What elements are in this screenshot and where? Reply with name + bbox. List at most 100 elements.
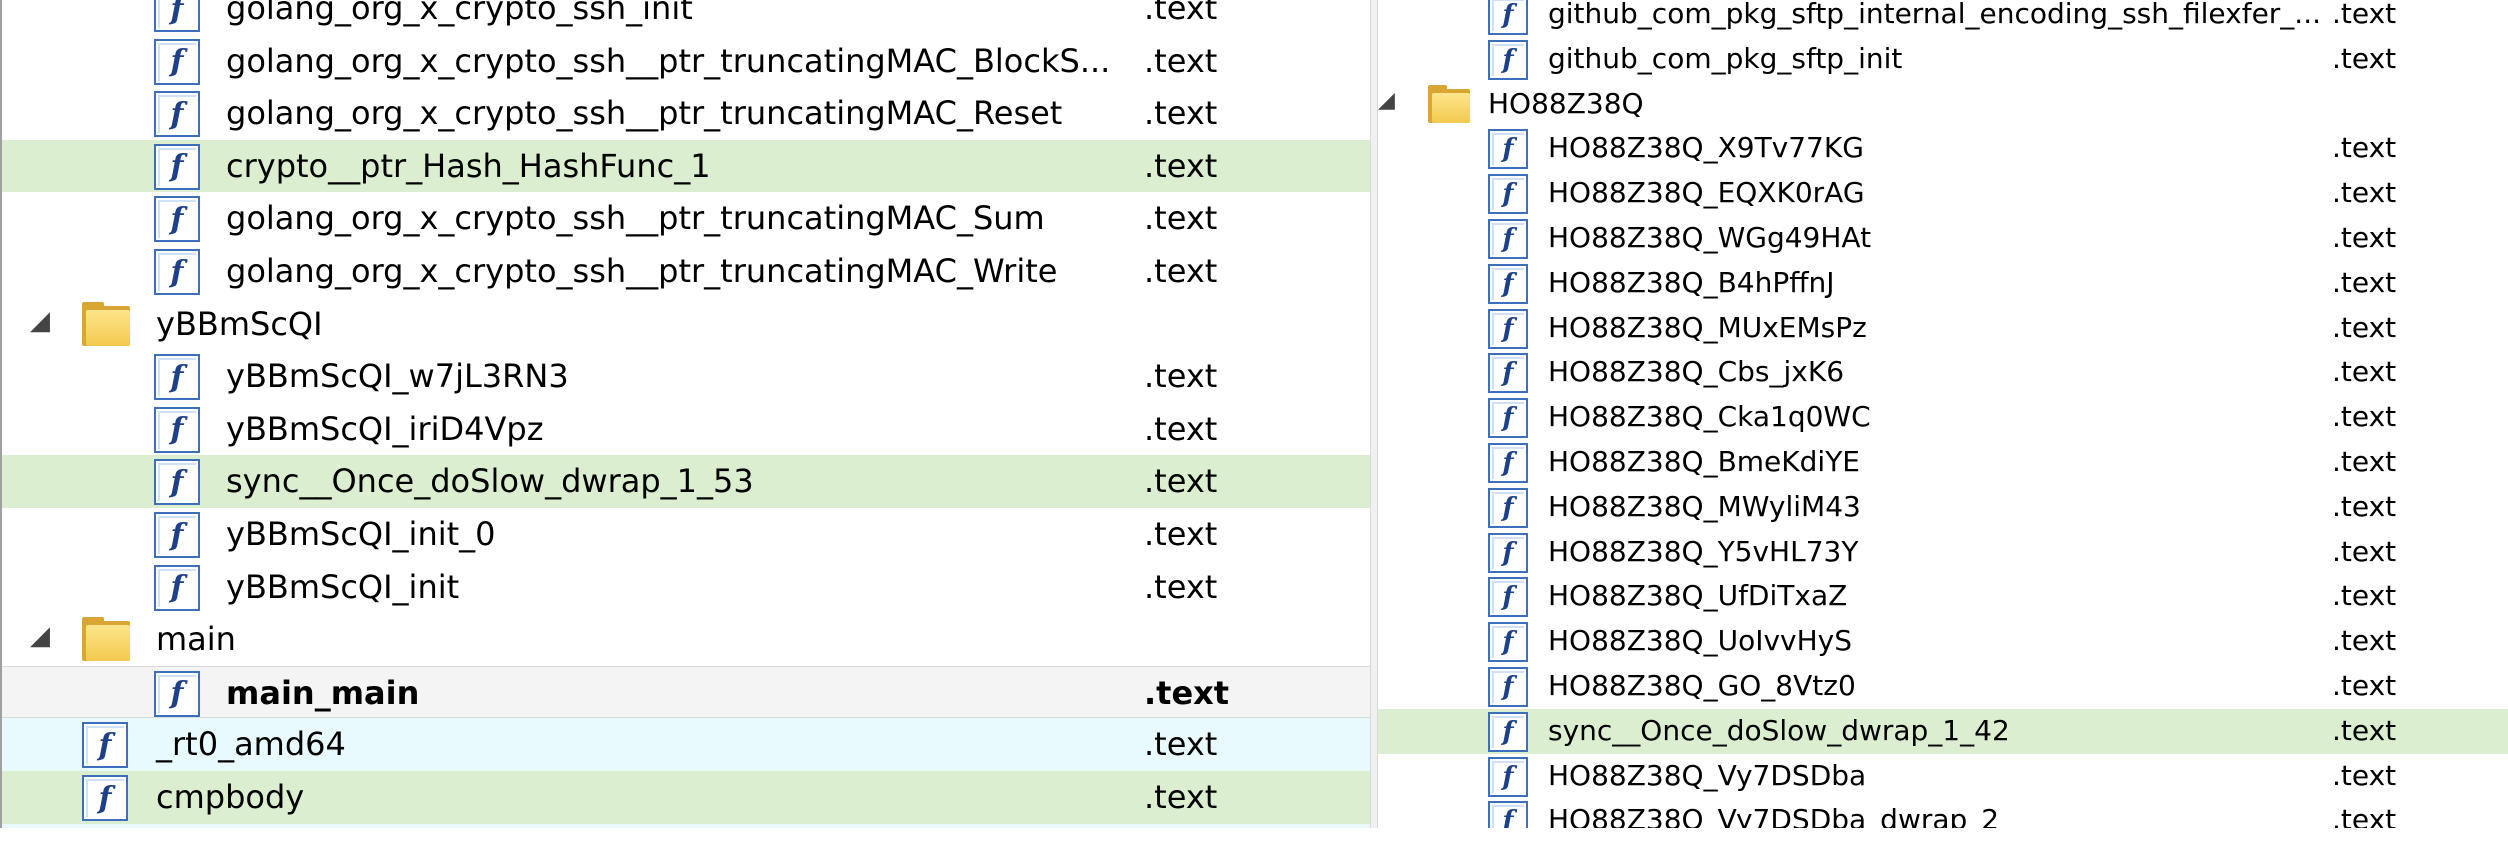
segment-name: .text [2332, 131, 2397, 165]
function-row[interactable]: f main_main .text [2, 665, 1372, 719]
function-row[interactable]: f HO88Z38Q_Vy7DSDba_dwrap_2 .text [1378, 798, 2508, 828]
function-row[interactable]: f HO88Z38Q_Y5vHL73Y .text [1378, 530, 2508, 575]
function-icon: f [1488, 667, 1528, 707]
segment-name: .text [2332, 803, 2397, 828]
folder-icon [82, 617, 130, 662]
function-icon: f [1488, 0, 1528, 35]
function-icon: f [1488, 39, 1528, 80]
function-icon: f [1488, 532, 1528, 573]
function-row[interactable]: f HO88Z38Q_MWyliM43 .text [1378, 485, 2508, 530]
function-name: golang_org_x_crypto_ssh__ptr_truncatingM… [226, 41, 1111, 80]
function-row[interactable]: f HO88Z38Q_B4hPffnJ .text [1378, 261, 2508, 306]
function-row[interactable]: f crypto__ptr_Hash_HashFunc_1 .text [2, 139, 1372, 193]
function-icon: f [1488, 756, 1528, 797]
function-row[interactable]: f golang_org_x_crypto_ssh__ptr_truncating… [2, 192, 1372, 245]
function-icon: f [154, 406, 200, 453]
segment-name: .text [2332, 0, 2397, 30]
function-row[interactable]: f HO88Z38Q_UoIvvHyS .text [1378, 619, 2508, 664]
function-row[interactable]: f HO88Z38Q_GO_8Vtz0 .text [1378, 664, 2508, 709]
function-row[interactable]: f HO88Z38Q_X9Tv77KG .text [1378, 126, 2508, 171]
tree-folder-ho88z38q[interactable]: ◢ HO88Z38Q [1378, 82, 2508, 127]
function-row[interactable]: f golang_org_x_crypto_ssh__ptr_truncating… [2, 35, 1372, 88]
function-row[interactable]: f sync__Once_doSlow_dwrap_1_42 .text [1378, 708, 2508, 754]
segment-name: .text [2332, 355, 2397, 389]
function-icon: f [154, 512, 200, 558]
function-name: HO88Z38Q_Y5vHL73Y [1548, 534, 1859, 568]
segment-name: .text [1144, 41, 1218, 80]
function-row[interactable]: f golang_org_x_crypto_ssh__ptr_truncating… [2, 87, 1372, 140]
segment-name: .text [2332, 265, 2397, 299]
tree-folder-ybbmscqi[interactable]: ◢ yBBmScQI [2, 298, 1372, 351]
function-name: yBBmScQI_w7jL3RN3 [226, 357, 569, 396]
right-function-tree[interactable]: f github_com_pkg_sftp_internal_encoding_s… [1378, 0, 2508, 828]
function-row[interactable]: f HO88Z38Q_WGg49HAt .text [1378, 216, 2508, 261]
function-row[interactable]: f HO88Z38Q_Cbs_jxK6 .text [1378, 350, 2508, 395]
function-icon: f [1488, 398, 1528, 439]
function-row[interactable]: f yBBmScQI_init .text [2, 561, 1372, 614]
segment-name: .text [1144, 725, 1218, 764]
segment-name: .text [2332, 534, 2397, 568]
segment-name: .text [1144, 252, 1218, 290]
function-icon: f [1488, 622, 1528, 663]
function-row[interactable]: f HO88Z38Q_MUxEMsPz .text [1378, 306, 2508, 351]
function-icon: f [154, 564, 200, 611]
segment-name: .text [2332, 176, 2397, 210]
function-row[interactable]: f yBBmScQI_iriD4Vpz .text [2, 403, 1372, 456]
function-row[interactable]: f sync__Once_doSlow_dwrap_1_53 .text [2, 455, 1372, 508]
expander-icon[interactable]: ◢ [30, 621, 50, 651]
segment-name: .text [1144, 94, 1218, 133]
segment-name: .text [1144, 778, 1218, 816]
expander-icon[interactable]: ◢ [30, 306, 50, 336]
function-name: HO88Z38Q_Cbs_jxK6 [1548, 355, 1845, 389]
function-icon: f [1488, 174, 1528, 215]
function-name: HO88Z38Q_B4hPffnJ [1548, 265, 1835, 299]
function-name: HO88Z38Q_Vy7DSDba_dwrap_2 [1548, 803, 2000, 828]
function-row[interactable]: f yBBmScQI_init_0 .text [2, 508, 1372, 561]
function-icon: f [1488, 263, 1528, 304]
function-icon: f [154, 670, 200, 717]
function-row[interactable]: f golang_org_x_crypto_ssh__ptr_truncating… [2, 245, 1372, 298]
function-row[interactable]: f golang_org_x_crypto_ssh_init .text [2, 0, 1372, 35]
function-name: HO88Z38Q_UoIvvHyS [1548, 624, 1852, 658]
function-name: sync__Once_doSlow_dwrap_1_42 [1548, 713, 2010, 747]
function-icon: f [1488, 711, 1528, 752]
function-icon: f [154, 143, 200, 190]
function-row[interactable]: f HO88Z38Q_Cka1q0WC .text [1378, 395, 2508, 440]
function-row[interactable]: f HO88Z38Q_UfDiTxaZ .text [1378, 574, 2508, 619]
function-name: golang_org_x_crypto_ssh__ptr_truncatingM… [226, 252, 1058, 290]
function-name: HO88Z38Q_Cka1q0WC [1548, 400, 1871, 434]
function-name: yBBmScQI_init_0 [226, 515, 496, 553]
expander-icon[interactable]: ◢ [1378, 88, 1395, 113]
function-name: HO88Z38Q_MUxEMsPz [1548, 310, 1867, 344]
left-function-tree[interactable]: f golang_org_x_crypto_ssh_init .text f golan… [0, 0, 1372, 828]
tree-folder-main[interactable]: ◢ main [2, 613, 1372, 666]
bottom-margin [0, 828, 2508, 855]
function-row[interactable]: f cmpbody .text [2, 771, 1372, 824]
function-icon: f [154, 354, 200, 401]
function-row[interactable]: f _rt0_amd64 .text [2, 718, 1372, 771]
function-icon: f [1488, 487, 1528, 528]
function-icon: f [82, 775, 128, 821]
function-name: yBBmScQI_iriD4Vpz [226, 409, 544, 448]
pane-splitter[interactable] [1370, 0, 1378, 828]
function-row[interactable]: f HO88Z38Q_BmeKdiYE .text [1378, 440, 2508, 485]
function-icon: f [1488, 577, 1528, 618]
function-icon: f [1488, 353, 1528, 394]
function-name: golang_org_x_crypto_ssh__ptr_truncatingM… [226, 199, 1045, 238]
function-icon: f [1488, 219, 1528, 259]
segment-name: .text [2332, 445, 2397, 478]
segment-name: .text [1144, 199, 1218, 238]
function-name: github_com_pkg_sftp_init [1548, 41, 1903, 75]
function-row[interactable]: f HO88Z38Q_EQXK0rAG .text [1378, 171, 2508, 216]
function-name: sync__Once_doSlow_dwrap_1_53 [226, 462, 754, 501]
function-row[interactable]: f github_com_pkg_sftp_init .text [1378, 37, 2508, 82]
function-row[interactable]: f github_com_pkg_sftp_internal_encoding_s… [1378, 0, 2508, 37]
folder-icon [1428, 84, 1470, 123]
function-icon: f [154, 0, 200, 32]
function-icon: f [1488, 801, 1528, 828]
function-name: golang_org_x_crypto_ssh_init [226, 0, 693, 27]
function-row[interactable]: f yBBmScQI_w7jL3RN3 .text [2, 350, 1372, 403]
folder-name: yBBmScQI [156, 304, 323, 343]
function-row[interactable]: f HO88Z38Q_Vy7DSDba .text [1378, 754, 2508, 799]
function-icon: f [154, 91, 200, 138]
